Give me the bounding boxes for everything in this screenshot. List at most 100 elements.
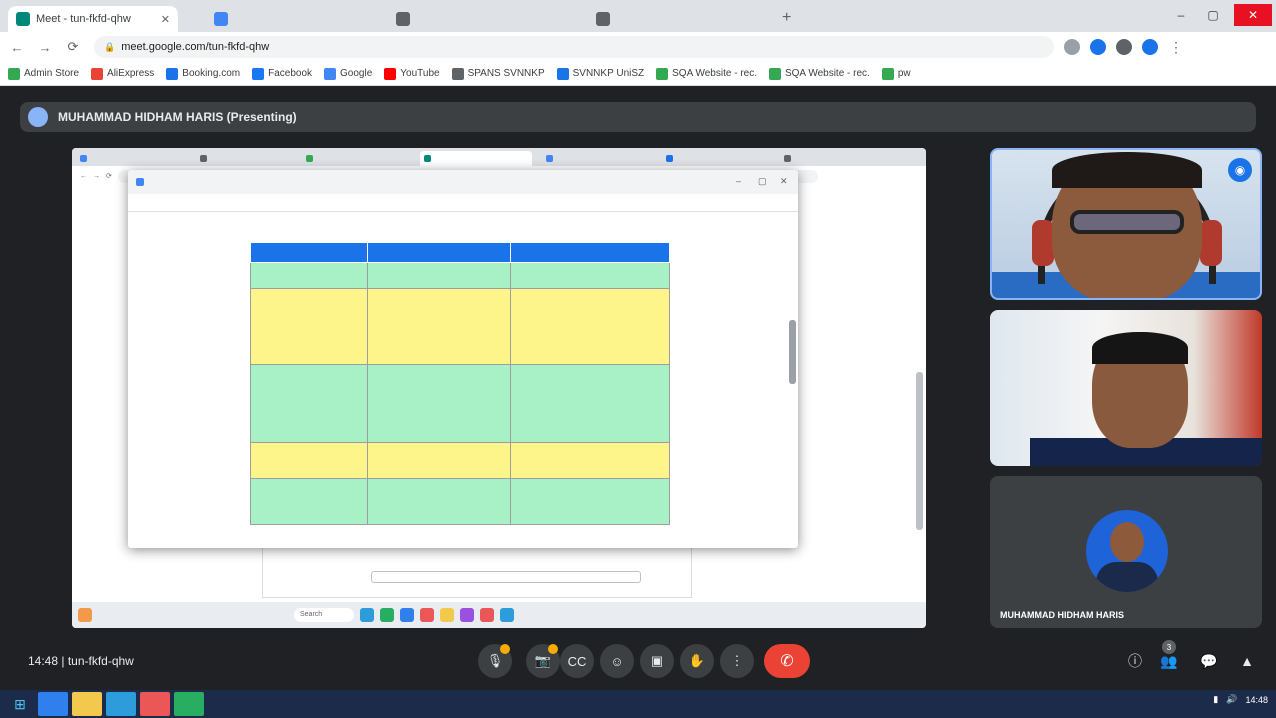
- bookmark-item[interactable]: Facebook: [252, 67, 313, 80]
- info-button[interactable]: ⓘ: [1124, 650, 1146, 672]
- presenter-avatar: [28, 107, 48, 127]
- browser-tab-2[interactable]: [206, 6, 384, 32]
- volume-icon[interactable]: 🔊: [1226, 694, 1237, 705]
- browser-tab-4[interactable]: [588, 6, 772, 32]
- shared-form-input: [371, 571, 641, 583]
- table-cell: [509, 364, 671, 443]
- minimize-button[interactable]: –: [1166, 4, 1196, 26]
- popup-minimize-icon: –: [736, 176, 742, 186]
- participant-glasses: [1070, 210, 1184, 234]
- table-cell: [367, 262, 511, 289]
- taskbar-app-icon[interactable]: [140, 692, 170, 716]
- bookmark-label: Facebook: [268, 68, 313, 79]
- shared-browser-tab: [780, 151, 892, 166]
- shared-browser-tab-bar: [72, 148, 926, 166]
- chat-button[interactable]: 💬: [1198, 650, 1220, 672]
- bookmarks-bar: Admin Store AliExpress Booking.com Facebook…: [0, 62, 1276, 86]
- hang-up-icon: ✆: [780, 653, 794, 670]
- shared-windows-taskbar: Search: [72, 602, 926, 628]
- shared-form-row: [262, 546, 692, 598]
- bookmark-item[interactable]: SPANS SVNNKP: [451, 67, 545, 80]
- speaking-indicator-icon: ◉: [1228, 158, 1252, 182]
- taskbar-app-icon: [480, 608, 494, 622]
- bookmark-item[interactable]: Admin Store: [8, 67, 79, 80]
- participant-tile-2[interactable]: [990, 310, 1262, 466]
- profile-avatar-icon[interactable]: [1142, 39, 1158, 55]
- table-cell: [367, 442, 511, 479]
- end-call-button[interactable]: ✆: [764, 644, 810, 678]
- taskbar-app-icon[interactable]: [72, 692, 102, 716]
- forward-icon[interactable]: →: [34, 36, 56, 58]
- bookmark-item[interactable]: Booking.com: [166, 67, 241, 80]
- browser-tab-3[interactable]: [388, 6, 584, 32]
- people-button[interactable]: 3 👥: [1158, 640, 1180, 672]
- shared-browser-tab: [420, 151, 532, 166]
- back-icon[interactable]: ←: [6, 36, 28, 58]
- close-window-button[interactable]: ✕: [1234, 4, 1272, 26]
- headset-earcup: [1200, 220, 1222, 266]
- participant-tile-3[interactable]: MUHAMMAD HIDHAM HARIS: [990, 476, 1262, 628]
- new-tab-button[interactable]: +: [782, 9, 791, 27]
- bookmark-item[interactable]: Google: [324, 67, 372, 80]
- bookmark-label: SQA Website - rec.: [784, 68, 870, 79]
- taskbar-app-icon: [500, 608, 514, 622]
- mic-off-button[interactable]: 🎙: [478, 644, 512, 678]
- popup-scrollbar: [789, 320, 796, 384]
- bookmark-favicon-icon: [556, 67, 569, 80]
- activities-button[interactable]: ▲: [1236, 650, 1258, 672]
- taskbar-app-icon: [440, 608, 454, 622]
- tray-clock[interactable]: 14:48: [1245, 695, 1268, 705]
- participant-tile-1[interactable]: ◉: [990, 148, 1262, 300]
- tab-favicon-icon: [306, 155, 313, 162]
- bookmark-item[interactable]: YouTube: [384, 67, 440, 80]
- tab-favicon-icon: [200, 155, 207, 162]
- table-cell: [509, 262, 671, 289]
- reload-icon[interactable]: ⟳: [62, 36, 84, 58]
- tab-title: Meet - tun-fkfd-qhw: [36, 13, 131, 25]
- emoji-button[interactable]: ☺: [600, 644, 634, 678]
- shared-browser-tab: [302, 151, 414, 166]
- windows-start-icon: [272, 608, 286, 622]
- close-tab-icon[interactable]: ✕: [161, 13, 170, 26]
- maximize-button[interactable]: ▢: [1198, 4, 1228, 26]
- bookmark-favicon-icon: [881, 67, 894, 80]
- taskbar-app-icon[interactable]: [174, 692, 204, 716]
- presenter-label: MUHAMMAD HIDHAM HARIS (Presenting): [58, 110, 297, 124]
- bookmark-item[interactable]: SQA Website - rec.: [768, 67, 870, 80]
- browser-tab-meet[interactable]: Meet - tun-fkfd-qhw ✕: [8, 6, 178, 32]
- camera-off-button[interactable]: 📷: [526, 644, 560, 678]
- table-cell: [249, 478, 369, 525]
- present-button[interactable]: ▣: [640, 644, 674, 678]
- extension-icon[interactable]: [1116, 39, 1132, 55]
- bookmark-item[interactable]: SQA Website - rec.: [656, 67, 757, 80]
- bookmark-label: SVNNKP UniSZ: [572, 68, 645, 79]
- bookmark-favicon-icon: [384, 67, 397, 80]
- taskbar-app-icon[interactable]: [106, 692, 136, 716]
- bookmark-label: Booking.com: [182, 68, 241, 79]
- table-cell: [249, 364, 369, 443]
- address-bar[interactable]: 🔒 meet.google.com/tun-fkfd-qhw: [94, 36, 1054, 58]
- windows-start-icon[interactable]: ⊞: [6, 692, 34, 716]
- network-icon[interactable]: ▮: [1213, 694, 1218, 705]
- raise-hand-button[interactable]: ✋: [680, 644, 714, 678]
- tab-favicon-icon: [666, 155, 673, 162]
- table-cell: [367, 478, 511, 525]
- bookmark-item[interactable]: SVNNKP UniSZ: [556, 67, 645, 80]
- taskbar-app-icon[interactable]: [38, 692, 68, 716]
- extension-icon[interactable]: [1064, 39, 1080, 55]
- bookmark-item[interactable]: AliExpress: [91, 67, 154, 80]
- more-options-button[interactable]: ⋮: [720, 644, 754, 678]
- chat-icon: 💬: [1200, 652, 1218, 669]
- captions-icon: CC: [567, 653, 587, 669]
- address-toolbar: ← → ⟳ 🔒 meet.google.com/tun-fkfd-qhw ⋮: [0, 32, 1276, 62]
- table-header-row: [249, 242, 671, 263]
- table-row: [249, 478, 671, 525]
- shared-browser-tab: [76, 151, 188, 166]
- shared-reload-icon: ⟳: [106, 173, 112, 180]
- bookmark-favicon-icon: [656, 67, 669, 80]
- bookmark-item[interactable]: pw: [881, 67, 911, 80]
- menu-kebab-icon[interactable]: ⋮: [1168, 39, 1184, 55]
- extension-icon[interactable]: [1090, 39, 1106, 55]
- activities-icon: ▲: [1240, 653, 1254, 669]
- captions-button[interactable]: CC: [560, 644, 594, 678]
